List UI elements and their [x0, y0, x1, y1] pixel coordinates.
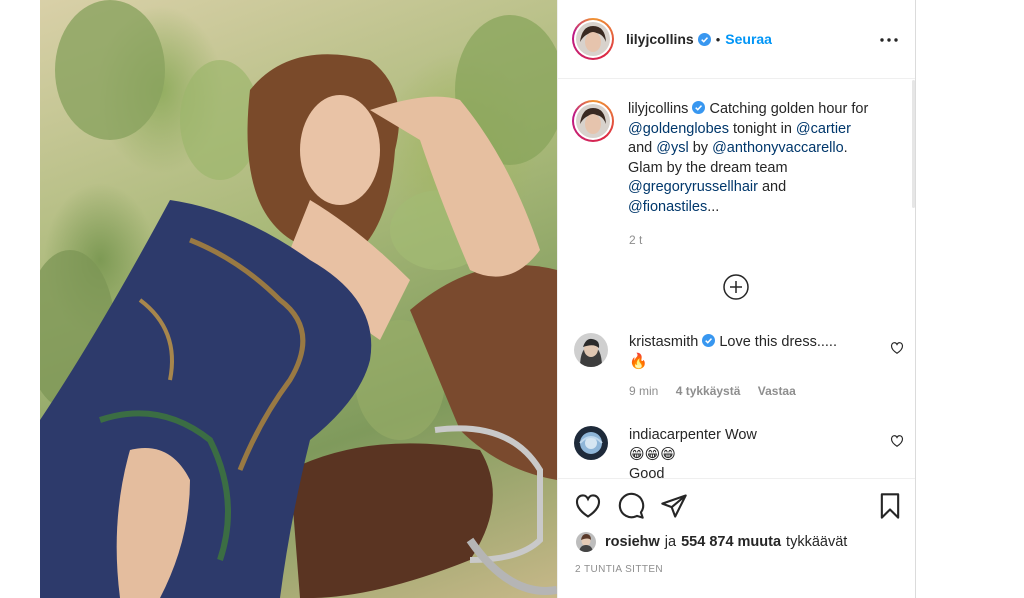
caption-text: lilyjcollins Catching golden hour for @g… [628, 100, 900, 217]
caption-line: Catching golden hour for [709, 101, 869, 117]
comment-text: Wow [724, 427, 757, 443]
comment-meta: 9 min 4 tykkäystä Vastaa [629, 382, 869, 401]
likes-count[interactable]: 554 874 muuta [681, 534, 781, 550]
caption-line: ... [707, 198, 720, 215]
mention-link[interactable]: @anthonyvaccarello [712, 140, 844, 156]
mention-link[interactable]: @goldenglobes [628, 121, 729, 137]
post-actions: rosiehw ja 554 874 muuta tykkäävät 2 TUN… [558, 478, 915, 598]
follow-button[interactable]: Seuraa [725, 31, 772, 47]
caption-avatar[interactable] [572, 100, 614, 142]
avatar-image [576, 22, 610, 56]
comment-icon[interactable] [617, 492, 645, 520]
reply-button[interactable]: Vastaa [758, 384, 796, 398]
commenter-avatar[interactable] [574, 426, 608, 460]
author-username[interactable]: lilyjcollins [626, 31, 694, 47]
share-icon[interactable] [660, 492, 688, 520]
comment-item: kristasmith Love this dress..... 🔥 9 min… [574, 333, 904, 401]
verified-badge-icon [702, 334, 716, 347]
caption-line: and [628, 140, 657, 156]
comment-text: Love this dress..... [719, 334, 837, 350]
heart-icon[interactable] [890, 434, 904, 448]
post-side-panel: lilyjcollins • Seuraa lilyjcollins Catch… [557, 0, 916, 598]
more-options-button[interactable] [879, 30, 899, 50]
comment-text-continued: Good [629, 466, 665, 478]
liker-username[interactable]: rosiehw [605, 534, 660, 550]
post-header: lilyjcollins • Seuraa [558, 0, 915, 79]
verified-badge-icon [692, 101, 706, 114]
mention-link[interactable]: @cartier [796, 121, 851, 137]
comment-item: indiacarpenter Wow 😁😁😁 Good [574, 426, 904, 478]
caption-username[interactable]: lilyjcollins [628, 101, 688, 117]
commenter-avatar[interactable] [574, 333, 608, 367]
heart-icon[interactable] [574, 492, 602, 520]
comments-scrollbar[interactable] [912, 80, 915, 208]
comment-likes[interactable]: 4 tykkäystä [676, 384, 741, 398]
caption-line: . [843, 140, 848, 156]
verified-badge-icon [697, 32, 711, 46]
commenter-username[interactable]: kristasmith [629, 334, 698, 350]
post-photo[interactable] [40, 0, 557, 598]
mention-link[interactable]: @gregoryrussellhair [628, 179, 758, 195]
caption-time[interactable]: 2 t [629, 233, 642, 247]
caption-line: tonight in [729, 120, 796, 137]
author-avatar[interactable] [572, 18, 614, 60]
fire-emoji: 🔥 [629, 353, 648, 370]
load-more-comments-icon[interactable] [722, 273, 750, 301]
caption-line: and [757, 179, 787, 195]
likes-suffix: tykkäävät [786, 534, 848, 550]
comments-section[interactable]: lilyjcollins Catching golden hour for @g… [558, 80, 915, 478]
grin-emoji: 😁😁😁 [629, 446, 676, 463]
post-caption: lilyjcollins Catching golden hour for @g… [572, 100, 902, 217]
likes-summary: rosiehw ja 554 874 muuta tykkäävät [576, 532, 847, 552]
caption-line: by [688, 140, 713, 156]
more-horizontal-icon [880, 38, 898, 42]
likes-connector: ja [664, 534, 677, 550]
bookmark-icon[interactable] [876, 492, 904, 520]
comment-time[interactable]: 9 min [629, 384, 658, 398]
mention-link[interactable]: @fionastiles [628, 199, 707, 215]
heart-icon[interactable] [890, 341, 904, 355]
post-timestamp[interactable]: 2 TUNTIA SITTEN [575, 564, 663, 575]
commenter-username[interactable]: indiacarpenter [629, 427, 721, 443]
avatar-image [576, 104, 610, 138]
liker-avatar[interactable] [576, 532, 596, 552]
mention-link[interactable]: @ysl [656, 140, 688, 156]
caption-line: Glam by the dream team [628, 159, 788, 176]
photo-illustration [40, 0, 557, 598]
separator-dot: • [715, 31, 721, 47]
